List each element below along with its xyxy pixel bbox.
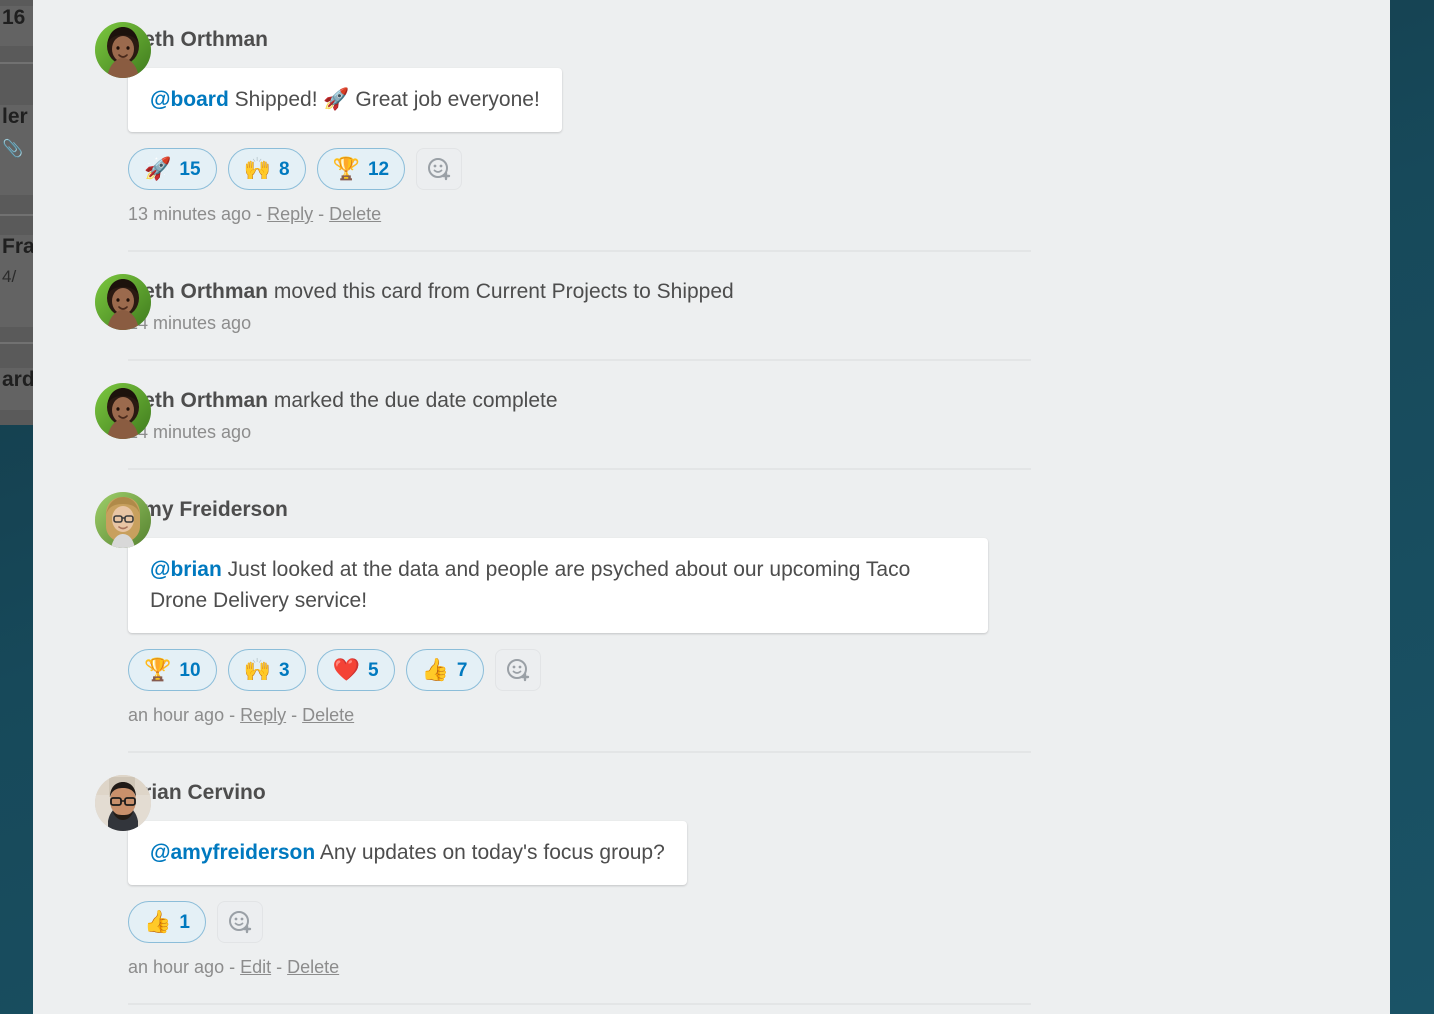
thumbs-up-icon: 👍 xyxy=(144,909,172,934)
comment-meta: 13 minutes ago - Reply - Delete xyxy=(128,202,1043,226)
activity-entry: Beth Orthman moved this card from Curren… xyxy=(33,252,1043,359)
reaction-thumbs-up[interactable]: 👍 7 xyxy=(405,649,484,691)
timestamp: 13 minutes ago xyxy=(128,204,252,224)
backdrop-card: ard xyxy=(0,368,33,410)
add-reaction-smiley-icon[interactable] xyxy=(416,148,463,190)
timestamp: an hour ago xyxy=(128,957,225,977)
raised-hands-icon: 🙌 xyxy=(243,156,271,181)
avatar[interactable] xyxy=(95,775,151,831)
reaction-count: 15 xyxy=(179,158,201,180)
comment-bubble[interactable]: @board Shipped! 🚀 Great job everyone! xyxy=(128,68,562,132)
comment-bubble[interactable]: @amyfreiderson Any updates on today's fo… xyxy=(128,821,687,885)
comment-entry: Amy Freiderson @brian Just looked at the … xyxy=(33,470,1043,751)
reaction-thumbs-up[interactable]: 👍 1 xyxy=(128,901,206,943)
comment-text: Just looked at the data and people are p… xyxy=(150,558,911,612)
backdrop-divider xyxy=(0,214,33,216)
mention-link[interactable]: @brian xyxy=(150,558,222,581)
avatar[interactable] xyxy=(95,492,151,548)
reaction-rocket[interactable]: 🚀 15 xyxy=(128,148,217,190)
comment-meta: an hour ago - Reply - Delete xyxy=(128,703,1043,727)
reaction-trophy[interactable]: 🏆 10 xyxy=(128,649,217,691)
heart-icon: ❤️ xyxy=(332,657,360,682)
comment-entry: Brian Cervino @amyfreiderson Any updates … xyxy=(33,753,1043,1003)
mention-link[interactable]: @amyfreiderson xyxy=(150,841,315,864)
trophy-icon: 🏆 xyxy=(144,657,172,682)
activity-entry: Beth Orthman marked the due date complet… xyxy=(33,361,1043,468)
comment-text: Shipped! 🚀 Great job everyone! xyxy=(228,88,540,111)
activity-meta: 14 minutes ago xyxy=(128,420,1043,444)
activity-description: marked the due date complete xyxy=(268,389,558,412)
backdrop-divider xyxy=(0,342,33,344)
entry-header: Beth Orthman marked the due date complet… xyxy=(128,383,1043,415)
reaction-count: 5 xyxy=(367,659,379,681)
reaction-raised-hands[interactable]: 🙌 8 xyxy=(227,148,306,190)
reply-link[interactable]: Reply xyxy=(267,204,313,224)
reaction-count: 12 xyxy=(367,158,390,180)
entry-header: Amy Freiderson xyxy=(128,492,1043,524)
reaction-trophy[interactable]: 🏆 12 xyxy=(316,148,406,190)
add-reaction-smiley-icon[interactable] xyxy=(494,649,541,691)
author-name[interactable]: Amy Freiderson xyxy=(128,498,288,521)
entry-header: Brian Cervino xyxy=(128,775,1043,807)
avatar[interactable] xyxy=(95,274,151,330)
meta-separator: - xyxy=(224,705,241,725)
comment-bubble[interactable]: @brian Just looked at the data and peopl… xyxy=(128,538,988,633)
reaction-raised-hands[interactable]: 🙌 3 xyxy=(227,649,306,691)
add-reaction-smiley-icon[interactable] xyxy=(216,901,263,943)
reaction-count: 7 xyxy=(456,659,468,681)
backdrop-card: ler 📎 xyxy=(0,105,33,195)
backdrop-card-meta: 4/ xyxy=(2,267,17,286)
backdrop-card-title: 16 xyxy=(2,6,26,29)
backdrop-divider xyxy=(0,62,33,64)
comment-meta: an hour ago - Edit - Delete xyxy=(128,955,1043,979)
raised-hands-icon: 🙌 xyxy=(243,657,271,682)
reactions-row: 🏆 10 🙌 3 ❤️ 5 👍 7 xyxy=(128,649,1043,691)
backdrop-card-title: ard xyxy=(2,368,33,391)
delete-link[interactable]: Delete xyxy=(287,957,339,977)
backdrop-card: 16 xyxy=(0,6,33,46)
reaction-heart[interactable]: ❤️ 5 xyxy=(316,649,395,691)
mention-link[interactable]: @board xyxy=(150,88,229,111)
reply-link[interactable]: Reply xyxy=(240,705,286,725)
entry-header: Beth Orthman moved this card from Curren… xyxy=(128,274,1043,306)
avatar[interactable] xyxy=(95,22,151,78)
activity-description: moved this card from Current Projects to… xyxy=(268,280,734,303)
activity-meta: 14 minutes ago xyxy=(128,311,1043,335)
reaction-count: 8 xyxy=(278,158,290,180)
backdrop-card-title: ler xyxy=(2,105,28,128)
reactions-row: 👍 1 xyxy=(128,901,1043,943)
delete-link[interactable]: Delete xyxy=(302,705,354,725)
avatar[interactable] xyxy=(95,383,151,439)
meta-separator: - xyxy=(286,705,303,725)
comment-text: Any updates on today's focus group? xyxy=(315,841,665,864)
entry-divider xyxy=(128,1003,1031,1005)
edit-link[interactable]: Edit xyxy=(240,957,271,977)
meta-separator: - xyxy=(224,957,241,977)
paperclip-icon: 📎 xyxy=(2,139,24,158)
reaction-count: 1 xyxy=(179,911,190,933)
reactions-row: 🚀 15 🙌 8 🏆 12 xyxy=(128,148,1043,190)
meta-separator: - xyxy=(251,204,268,224)
reaction-count: 3 xyxy=(278,659,290,681)
reaction-count: 10 xyxy=(179,659,201,681)
backdrop-card: Fra 4/ xyxy=(0,235,33,327)
timestamp: an hour ago xyxy=(128,705,225,725)
entry-header: Beth Orthman xyxy=(128,22,1043,54)
delete-link[interactable]: Delete xyxy=(329,204,381,224)
backdrop-card-list: 16 ler 📎 Fra 4/ ard xyxy=(0,0,33,425)
comment-entry: Beth Orthman @board Shipped! 🚀 Great job … xyxy=(33,0,1043,250)
rocket-icon: 🚀 xyxy=(144,156,172,181)
meta-separator: - xyxy=(313,204,330,224)
thumbs-up-icon: 👍 xyxy=(421,657,449,682)
card-detail-panel: Beth Orthman @board Shipped! 🚀 Great job … xyxy=(33,0,1390,1014)
meta-separator: - xyxy=(271,957,288,977)
activity-feed: Beth Orthman @board Shipped! 🚀 Great job … xyxy=(33,0,1043,1005)
trophy-icon: 🏆 xyxy=(332,156,360,181)
backdrop-card-title: Fra xyxy=(2,235,33,258)
